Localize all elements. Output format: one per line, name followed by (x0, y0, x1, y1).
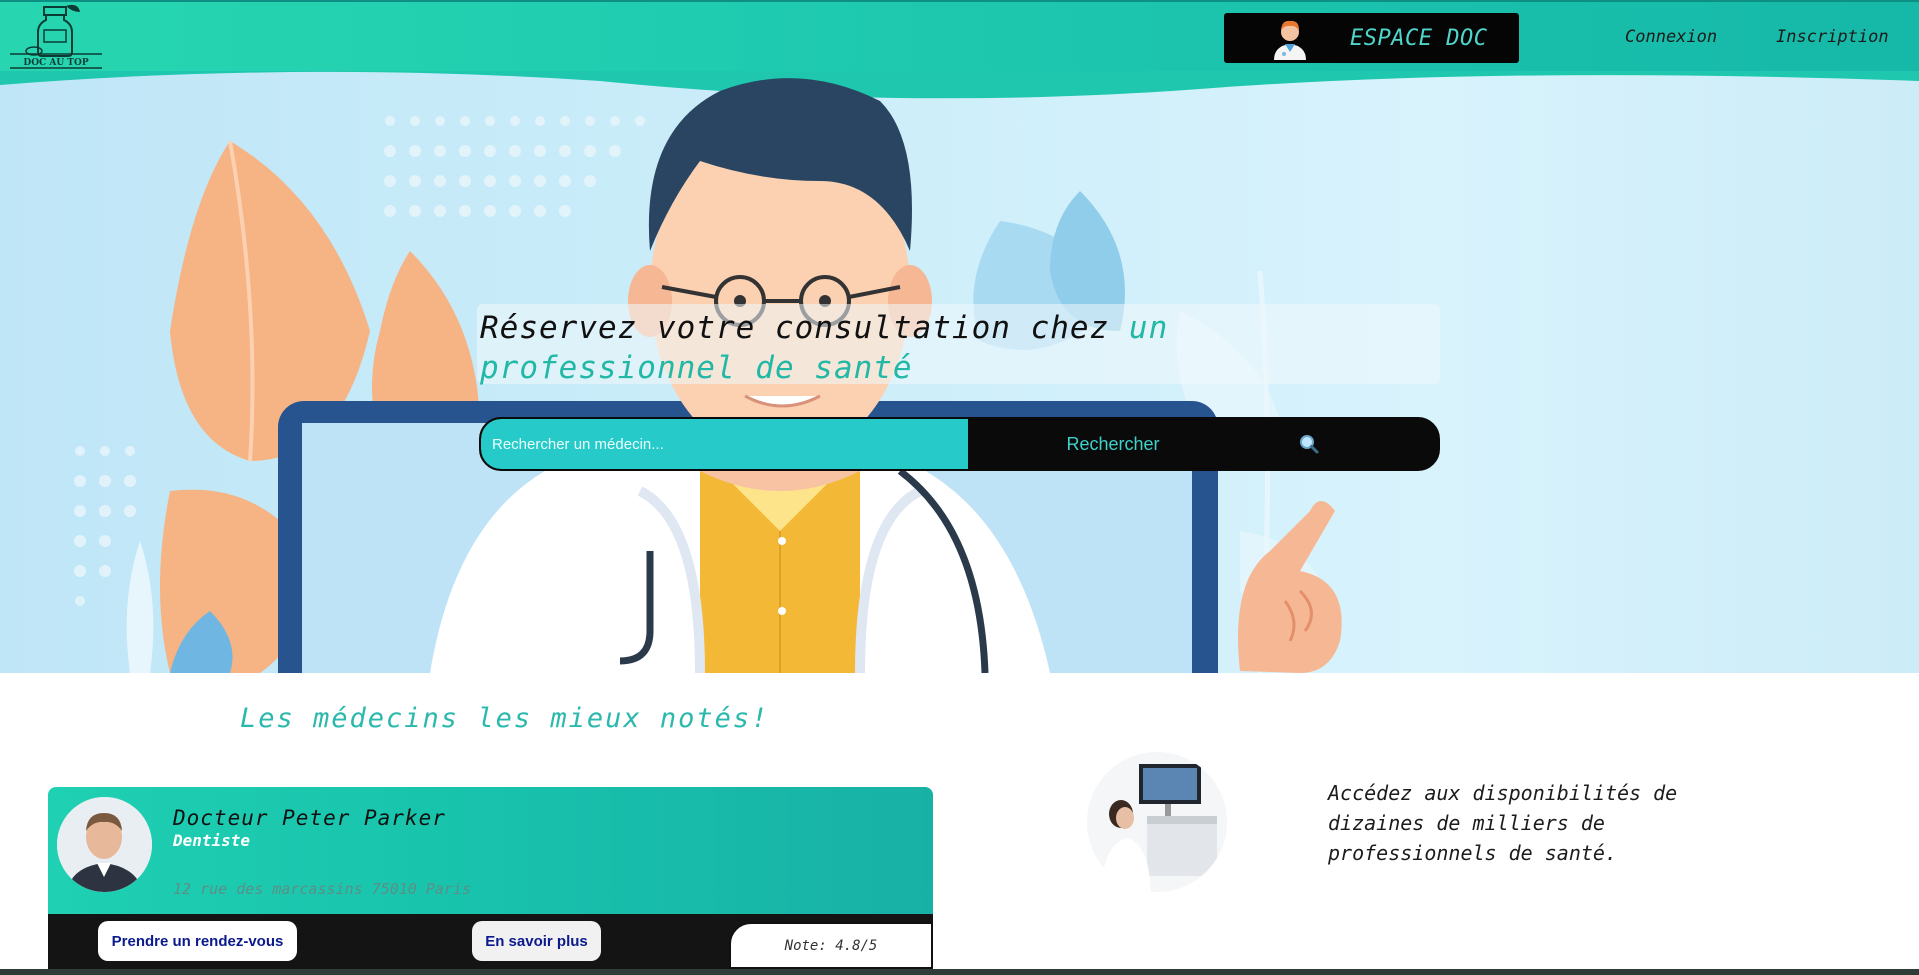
doctor-specialty: Dentiste (173, 831, 251, 850)
espace-doc-label: ESPACE DOC (1350, 25, 1488, 51)
doctor-address: 12 rue des marcassins 75010 Paris (173, 880, 472, 898)
inscription-link[interactable]: Inscription (1776, 27, 1889, 47)
promo-text: Accédez aux disponibilités de dizaines d… (1328, 781, 1678, 865)
doctor-avatar-icon (1274, 20, 1306, 60)
page-bottom-strip (0, 969, 1919, 975)
hero-banner: Réservez votre consultation chez un prof… (0, 71, 1919, 673)
connexion-link[interactable]: Connexion (1625, 27, 1717, 47)
hero-headline: Réservez votre consultation chez un prof… (480, 308, 1440, 388)
lab-photo (1087, 752, 1227, 892)
doctor-search-bar: Rechercher (479, 417, 1440, 471)
hero-headline-box: Réservez votre consultation chez un prof… (477, 304, 1440, 386)
learn-more-button[interactable]: En savoir plus (472, 921, 601, 961)
logo-text: DOC AU TOP (23, 58, 88, 68)
headline-main-text: Réservez votre consultation chez (480, 310, 1129, 346)
doctor-rating: Note: 4.8/5 (729, 922, 933, 969)
search-icon[interactable] (1298, 433, 1320, 455)
espace-doc-button[interactable]: ESPACE DOC (1224, 13, 1519, 63)
top-doctors-title: Les médecins les mieux notés! (240, 703, 770, 734)
doctor-name[interactable]: Docteur Peter Parker (173, 806, 446, 830)
doctor-card: Docteur Peter Parker Dentiste 12 rue des… (48, 787, 933, 969)
doc-au-top-logo[interactable]: DOC AU TOP (8, 4, 104, 70)
doctor-photo[interactable] (57, 797, 152, 892)
search-input[interactable] (481, 419, 968, 469)
book-appointment-button[interactable]: Prendre un rendez-vous (98, 921, 297, 961)
top-header: DOC AU TOP ESPACE DOC Connexion Inscript… (0, 0, 1919, 71)
search-button[interactable]: Rechercher (968, 419, 1258, 469)
